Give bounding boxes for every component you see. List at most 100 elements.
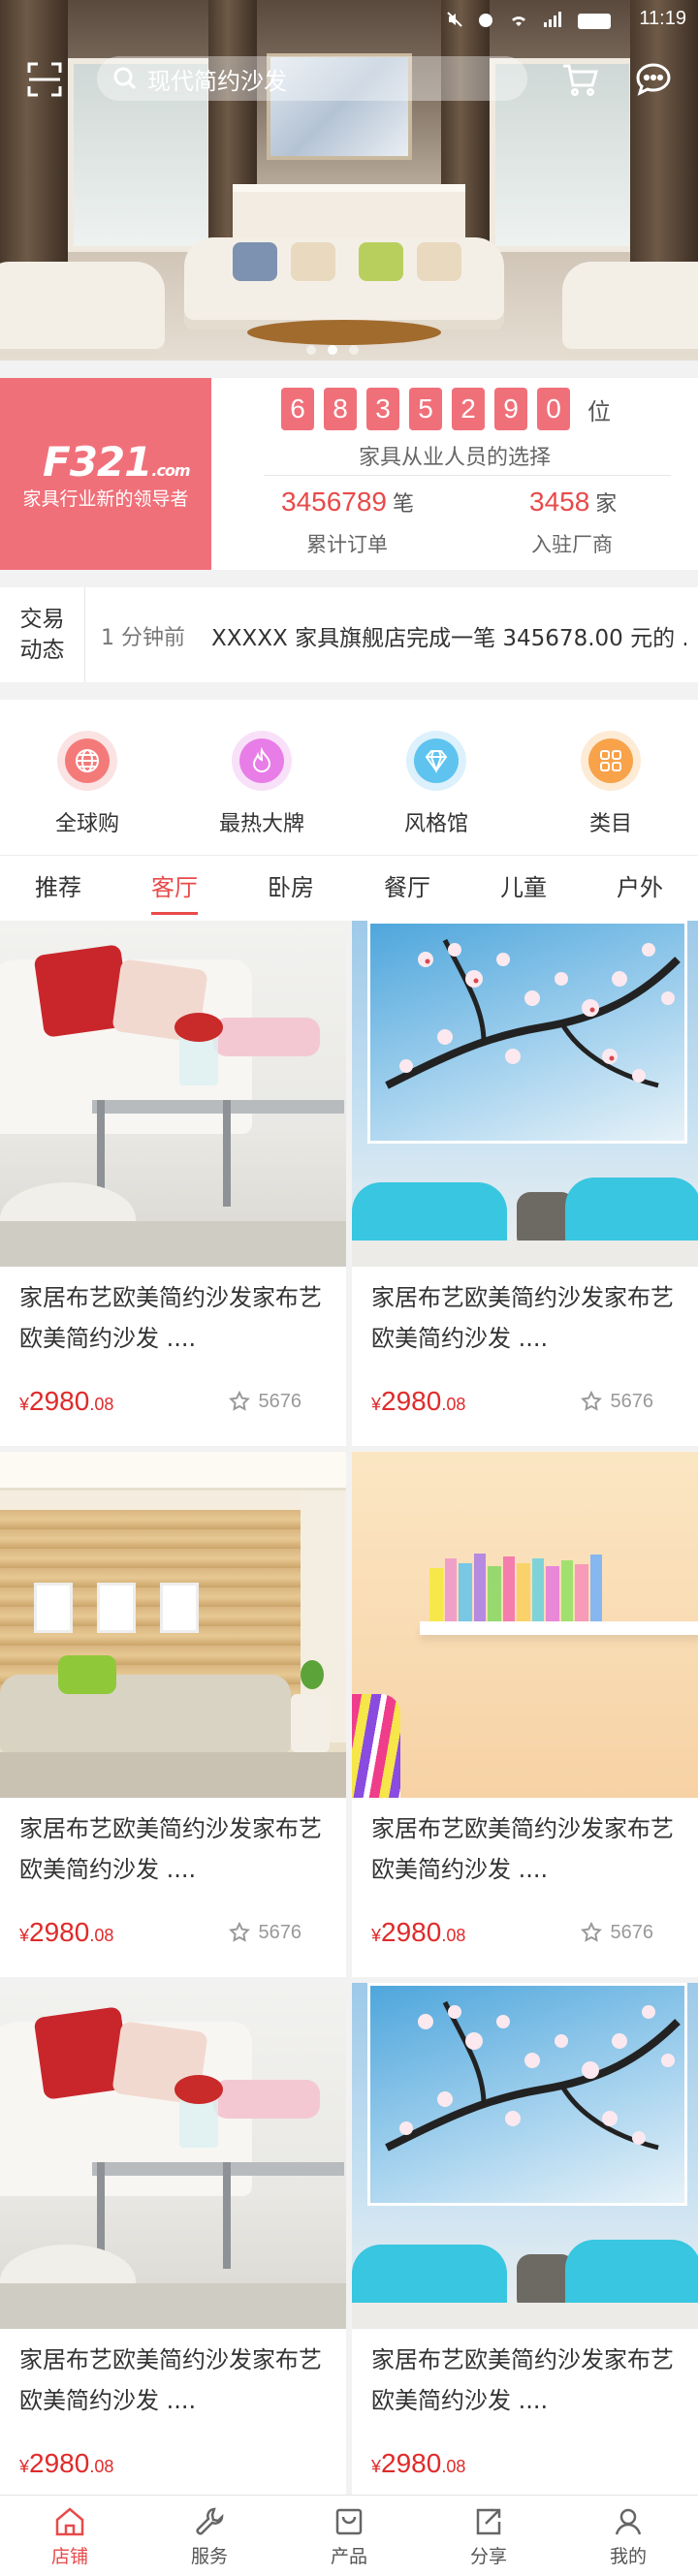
counter-digit: 2	[452, 388, 485, 430]
brand-slogan: 家具行业新的领导者	[22, 488, 189, 510]
favorite-count[interactable]: 5676	[228, 1390, 301, 1413]
banner-table	[247, 320, 441, 345]
favorite-count[interactable]: 5676	[228, 1921, 301, 1944]
member-counter: 6 8 3 5 2 9 0 位	[281, 388, 611, 430]
product-card[interactable]: 家居布艺欧美简约沙发家布艺欧美简约沙发 .... ¥2980.08	[352, 1983, 698, 2495]
product-card[interactable]: 家居布艺欧美简约沙发家布艺欧美简约沙发 .... ¥2980.08 5676	[0, 921, 346, 1446]
tab-bedroom[interactable]: 卧房	[233, 856, 349, 921]
orders-label: 累计订单	[306, 533, 388, 556]
app-root: 11:19 现代简约沙发 F321.com 家具行业新的领导者 6 8 3 5 …	[0, 0, 698, 2576]
product-image[interactable]	[352, 1983, 698, 2329]
product-image[interactable]	[352, 921, 698, 1267]
tab-dining[interactable]: 餐厅	[349, 856, 465, 921]
product-card[interactable]: 家居布艺欧美简约沙发家布艺欧美简约沙发 .... ¥2980.08 5676	[0, 1452, 346, 1977]
tab-recommend[interactable]: 推荐	[0, 856, 116, 921]
ticker-time: 1 分钟前	[101, 626, 185, 650]
nav-label: 我的	[609, 2546, 647, 2567]
status-bar: 11:19	[0, 0, 698, 39]
bottom-nav: 店铺 服务 产品 分享 我的	[0, 2495, 698, 2576]
product-title[interactable]: 家居布艺欧美简约沙发家布艺欧美简约沙发 ....	[371, 2340, 682, 2421]
nav-mine[interactable]: 我的	[558, 2496, 698, 2576]
category-label: 全球购	[54, 812, 119, 836]
product-price: ¥2980.08	[19, 1917, 114, 1947]
carousel-dot-active[interactable]	[328, 345, 337, 355]
banner-carousel[interactable]: 11:19 现代简约沙发	[0, 0, 698, 361]
product-image[interactable]	[0, 921, 346, 1267]
product-card[interactable]: 家居布艺欧美简约沙发家布艺欧美简约沙发 .... ¥2980.08 5676	[352, 1452, 698, 1977]
search-bar[interactable]: 现代简约沙发	[97, 56, 527, 101]
status-time: 11:19	[639, 8, 686, 29]
category-label: 风格馆	[403, 812, 468, 836]
cart-icon	[563, 64, 598, 96]
nav-service[interactable]: 服务	[140, 2496, 279, 2576]
counter-unit: 位	[587, 397, 611, 425]
category-hot-brands[interactable]: 最热大牌	[174, 700, 349, 855]
tab-outdoor[interactable]: 户外	[582, 856, 698, 921]
product-image[interactable]	[0, 1983, 346, 2329]
search-placeholder: 现代简约沙发	[147, 68, 287, 95]
vendors-stat: 3458 家	[529, 487, 618, 517]
cart-button[interactable]	[558, 58, 601, 101]
scan-button[interactable]	[23, 58, 66, 101]
favorite-count[interactable]: 5676	[580, 1390, 653, 1413]
product-price: ¥2980.08	[19, 1386, 114, 1416]
product-card[interactable]: 家居布艺欧美简约沙发家布艺欧美简约沙发 .... ¥2980.08	[0, 1983, 346, 2495]
stats-panel: F321.com 家具行业新的领导者 6 8 3 5 2 9 0 位 家具从业人…	[0, 378, 698, 570]
home-icon	[55, 2507, 84, 2536]
globe-icon	[76, 749, 99, 772]
counter-digit: 6	[281, 388, 314, 430]
flame-icon	[252, 747, 271, 772]
nav-store[interactable]: 店铺	[0, 2496, 140, 2576]
alarm-icon	[477, 10, 494, 33]
star-icon	[580, 1390, 602, 1411]
favorite-count[interactable]: 5676	[580, 1921, 653, 1944]
product-title[interactable]: 家居布艺欧美简约沙发家布艺欧美简约沙发 ....	[19, 2340, 330, 2421]
star-icon	[580, 1921, 602, 1942]
carousel-dot[interactable]	[306, 345, 316, 355]
vendors-label: 入驻厂商	[531, 533, 613, 556]
category-style-hall[interactable]: 风格馆	[349, 700, 524, 855]
ticker-tag: 交易 动态	[0, 587, 85, 682]
star-icon	[228, 1921, 250, 1942]
product-price: ¥2980.08	[371, 2448, 466, 2478]
category-all[interactable]: 类目	[524, 700, 698, 855]
counter-digit: 9	[494, 388, 527, 430]
counter-digit: 0	[537, 388, 570, 430]
product-image[interactable]	[352, 1452, 698, 1798]
counter-digit: 3	[366, 388, 399, 430]
tab-kids[interactable]: 儿童	[465, 856, 582, 921]
product-image[interactable]	[0, 1452, 346, 1798]
brand-block: F321.com 家具行业新的领导者	[0, 378, 211, 570]
category-shortcuts: 全球购 最热大牌 风格馆 类目	[0, 700, 698, 855]
share-icon	[476, 2508, 501, 2535]
star-icon	[228, 1390, 250, 1411]
nav-label: 服务	[190, 2546, 228, 2567]
product-title[interactable]: 家居布艺欧美简约沙发家布艺欧美简约沙发 ....	[19, 1808, 330, 1890]
scan-icon	[27, 62, 62, 97]
nav-share[interactable]: 分享	[419, 2496, 558, 2576]
product-title[interactable]: 家居布艺欧美简约沙发家布艺欧美简约沙发 ....	[371, 1808, 682, 1890]
battery-icon	[578, 14, 611, 29]
room-tabs: 推荐 客厅 卧房 餐厅 儿童 户外	[0, 855, 698, 921]
signal-icon	[543, 10, 564, 33]
orders-stat: 3456789 笔	[281, 487, 415, 517]
tab-living-room[interactable]: 客厅	[116, 856, 233, 921]
nav-label: 分享	[469, 2546, 507, 2567]
counter-digit: 8	[324, 388, 357, 430]
carousel-dot[interactable]	[349, 345, 359, 355]
chat-icon	[636, 63, 671, 96]
carousel-dots	[306, 345, 359, 355]
trade-ticker[interactable]: 交易 动态 1 分钟前 XXXXX 家具旗舰店完成一笔 345678.00 元的…	[0, 587, 698, 682]
grid-icon	[600, 750, 621, 771]
category-global-buy[interactable]: 全球购	[0, 700, 174, 855]
product-title[interactable]: 家居布艺欧美简约沙发家布艺欧美简约沙发 ....	[371, 1277, 682, 1359]
user-icon	[615, 2508, 642, 2535]
box-icon	[335, 2508, 363, 2535]
message-button[interactable]	[632, 58, 675, 101]
product-card[interactable]: 家居布艺欧美简约沙发家布艺欧美简约沙发 .... ¥2980.08 5676	[352, 921, 698, 1446]
nav-products[interactable]: 产品	[279, 2496, 419, 2576]
nav-label: 店铺	[50, 2546, 88, 2567]
nav-label: 产品	[330, 2546, 367, 2567]
wifi-icon	[508, 10, 529, 33]
product-title[interactable]: 家居布艺欧美简约沙发家布艺欧美简约沙发 ....	[19, 1277, 330, 1359]
